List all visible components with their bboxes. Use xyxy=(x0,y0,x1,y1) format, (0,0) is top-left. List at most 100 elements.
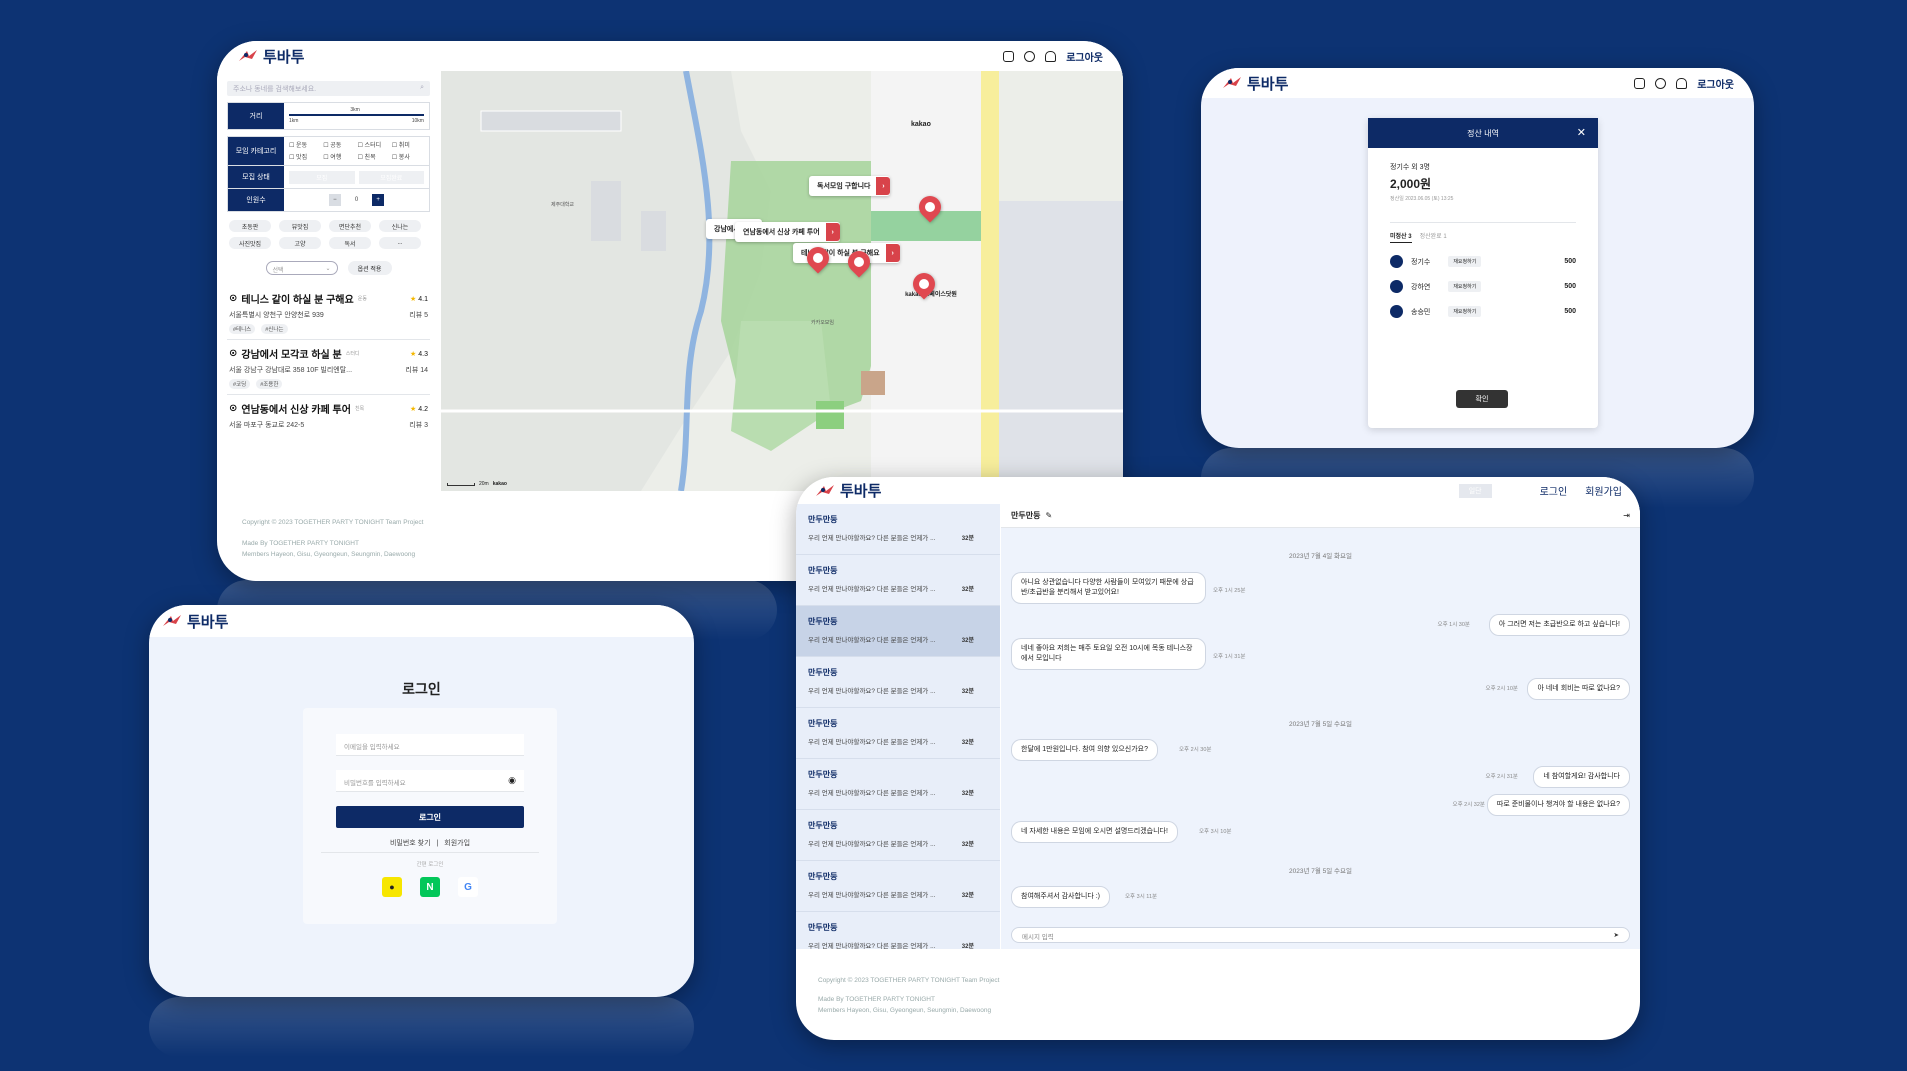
settle-person-row: 정기수 재요청하기 500 xyxy=(1390,255,1576,268)
chip[interactable]: 독서 xyxy=(329,237,371,249)
login-button[interactable]: 로그인 xyxy=(336,806,524,828)
ghost-button: 일단 xyxy=(1458,483,1492,498)
chip[interactable]: 면단추천 xyxy=(329,220,371,232)
chip[interactable]: ... xyxy=(379,237,421,249)
signup-link[interactable]: 회원가입 xyxy=(1585,483,1622,498)
message-time: 오후 2시 31분 xyxy=(1485,774,1518,780)
chip[interactable]: 초동판 xyxy=(229,220,271,232)
close-icon[interactable]: ✕ xyxy=(1577,126,1586,139)
logo[interactable]: 투바투 xyxy=(814,480,881,501)
brand-name: 투바투 xyxy=(263,48,305,66)
chat-icon[interactable] xyxy=(1634,77,1646,89)
login-window: 투바투 로그인 이메일을 입력하세요 비밀번호를 입력하세요 ◉ 로그인 비밀번호… xyxy=(149,605,694,997)
logo[interactable]: 투바투 xyxy=(1221,73,1288,94)
message-time: 오후 3시 11분 xyxy=(1125,894,1158,900)
edit-icon[interactable]: ✎ xyxy=(1045,511,1052,520)
logout-link[interactable]: 로그아웃 xyxy=(1066,49,1103,64)
map-label: 제주대학교 xyxy=(551,202,575,208)
map-view[interactable]: kakao 카카오모임 제주대학교 kakao 스페이스닷원 독서모임 구합니다… xyxy=(441,71,1123,491)
eye-icon[interactable]: ◉ xyxy=(508,775,516,785)
find-password-link[interactable]: 비밀번호 찾기 xyxy=(390,840,431,847)
people-decrement-button[interactable]: − xyxy=(328,194,341,206)
meeting-card[interactable]: ⊙ 연남동에서 신상 카페 투어 친목 ★ 4.2 서울 마포구 동교로 242-5 리… xyxy=(227,395,430,435)
category-checkbox[interactable]: ☐ 맛집 xyxy=(289,152,321,162)
message-text: 아니요 상관없습니다 다양한 사람들이 모여있기 때문에 상급반/초급반을 분리… xyxy=(1021,579,1194,596)
login-link[interactable]: 로그인 xyxy=(1540,483,1568,498)
message-time: 오후 2시 10분 xyxy=(1485,686,1518,692)
chip[interactable]: 고양 xyxy=(279,237,321,249)
logo[interactable]: 투바투 xyxy=(161,611,228,632)
exit-icon[interactable]: ⇥ xyxy=(1623,511,1630,520)
chat-room-item[interactable]: 만두만둥 우리 언제 만나야할까요? 다른 분들은 언제가 ... 32분 xyxy=(796,606,1000,657)
card-reviews: 리뷰 14 xyxy=(405,367,428,374)
category-checkbox[interactable]: ☐ 취미 xyxy=(392,140,424,150)
category-checkbox[interactable]: ☐ 공동 xyxy=(323,140,355,150)
google-login-icon[interactable]: G xyxy=(458,877,478,897)
chip[interactable]: 사진맛집 xyxy=(229,237,271,249)
apply-option-button[interactable]: 옵션 적용 xyxy=(347,261,392,275)
chat-room-item[interactable]: 만두만둥 우리 언제 만나야할까요? 다른 분들은 언제가 ... 32분 xyxy=(796,912,1000,963)
chat-room-item[interactable]: 만두만둥 우리 언제 만나야할까요? 다른 분들은 언제가 ... 32분 xyxy=(796,504,1000,555)
confirm-button[interactable]: 확인 xyxy=(1456,390,1508,408)
card-category: 스터디 xyxy=(345,351,360,357)
card-title: 강남에서 모각코 하실 분 xyxy=(241,350,342,361)
category-checkbox[interactable]: ☐ 친목 xyxy=(358,152,390,162)
naver-login-icon[interactable]: N xyxy=(420,877,440,897)
meeting-card[interactable]: ⊙ 강남에서 모각코 하실 분 스터디 ★ 4.3 서울 강남구 강남대로 358 1… xyxy=(227,340,430,395)
chat-room-item[interactable]: 만두만둥 우리 언제 만나야할까요? 다른 분들은 언제가 ... 32분 xyxy=(796,708,1000,759)
category-checkbox[interactable]: ☐ 운동 xyxy=(289,140,321,150)
person-name: 송승민 xyxy=(1411,308,1431,316)
chat-room-item[interactable]: 만두만둥 우리 언제 만나야할까요? 다른 분들은 언제가 ... 32분 xyxy=(796,555,1000,606)
chat-room-item[interactable]: 만두만둥 우리 언제 만나야할까요? 다른 분들은 언제가 ... 32분 xyxy=(796,861,1000,912)
search-icon[interactable]: ⌕ xyxy=(420,84,424,93)
option-select[interactable]: 선택 ⌄ xyxy=(265,261,338,275)
profile-icon[interactable] xyxy=(1655,77,1667,89)
category-checkbox[interactable]: ☐ 여행 xyxy=(323,152,355,162)
send-icon[interactable]: ➤ xyxy=(1614,931,1619,939)
chevron-right-icon[interactable]: › xyxy=(885,244,900,262)
distance-slider[interactable] xyxy=(289,114,424,116)
kakao-login-icon[interactable]: ● xyxy=(382,877,402,897)
chevron-right-icon[interactable]: › xyxy=(825,223,840,241)
map-bubble[interactable]: 독서모임 구합니다 › xyxy=(809,176,891,196)
room-name: 만두만둥 xyxy=(808,770,838,779)
status-option-closed[interactable]: 모집완료 xyxy=(358,170,424,184)
rerequest-button[interactable]: 재요청하기 xyxy=(1448,281,1482,292)
profile-icon[interactable] xyxy=(1024,50,1036,62)
room-time: 32분 xyxy=(961,536,974,542)
email-field[interactable]: 이메일을 입력하세요 xyxy=(336,734,524,756)
card-address: 서울특별시 양천구 안양천로 939 xyxy=(229,312,324,319)
message-time: 오후 3시 10분 xyxy=(1199,829,1232,835)
message-input[interactable]: 메시지 입력 ➤ xyxy=(1011,927,1630,943)
brand-name: 투바투 xyxy=(1247,75,1289,93)
chat-room-item[interactable]: 만두만둥 우리 언제 만나야할까요? 다른 분들은 언제가 ... 32분 xyxy=(796,759,1000,810)
chat-icon[interactable] xyxy=(1003,50,1015,62)
signup-link[interactable]: 회원가입 xyxy=(444,840,470,847)
people-increment-button[interactable]: + xyxy=(372,194,385,206)
logout-link[interactable]: 로그아웃 xyxy=(1697,76,1734,91)
status-option-recruiting[interactable]: 모집 xyxy=(289,170,355,184)
tab-unsettled[interactable]: 미정산 3 xyxy=(1390,231,1412,243)
bell-icon[interactable] xyxy=(1045,50,1057,62)
footer: Copyright © 2023 TOGETHER PARTY TONIGHT … xyxy=(242,517,423,560)
map-bubble[interactable]: 연남동에서 신상 카페 투어 › xyxy=(735,222,840,242)
chip[interactable]: 신나는 xyxy=(379,220,421,232)
category-checkbox[interactable]: ☐ 봉사 xyxy=(392,152,424,162)
tab-settled[interactable]: 정산완료 1 xyxy=(1420,231,1447,243)
category-checkbox[interactable]: ☐ 스터디 xyxy=(358,140,390,150)
chat-window: 투바투 일단 로그인 회원가입 만두만둥 우리 언제 만나야할까요? 다른 분들은… xyxy=(796,477,1640,1040)
meeting-card[interactable]: ⊙ 테니스 같이 하실 분 구해요 운동 ★ 4.1 서울특별시 양천구 안양천로 9… xyxy=(227,285,430,340)
chip[interactable]: 뷰맛집 xyxy=(279,220,321,232)
avatar xyxy=(1390,280,1403,293)
rerequest-button[interactable]: 재요청하기 xyxy=(1448,256,1482,267)
search-input[interactable]: 주소나 동네를 검색해보세요. ⌕ xyxy=(227,81,430,96)
password-field[interactable]: 비밀번호를 입력하세요 ◉ xyxy=(336,770,524,792)
bell-icon[interactable] xyxy=(1676,77,1688,89)
chat-room-item[interactable]: 만두만둥 우리 언제 만나야할까요? 다른 분들은 언제가 ... 32분 xyxy=(796,810,1000,861)
chat-room-item[interactable]: 만두만둥 우리 언제 만나야할까요? 다른 분들은 언제가 ... 32분 xyxy=(796,657,1000,708)
rerequest-button[interactable]: 재요청하기 xyxy=(1448,306,1482,317)
status-label: 모집 상태 xyxy=(228,166,284,188)
logo[interactable]: 투바투 xyxy=(237,46,304,67)
chevron-right-icon[interactable]: › xyxy=(876,177,891,195)
message-sent: 아 네네 회비는 따로 없나요? xyxy=(1527,678,1630,700)
